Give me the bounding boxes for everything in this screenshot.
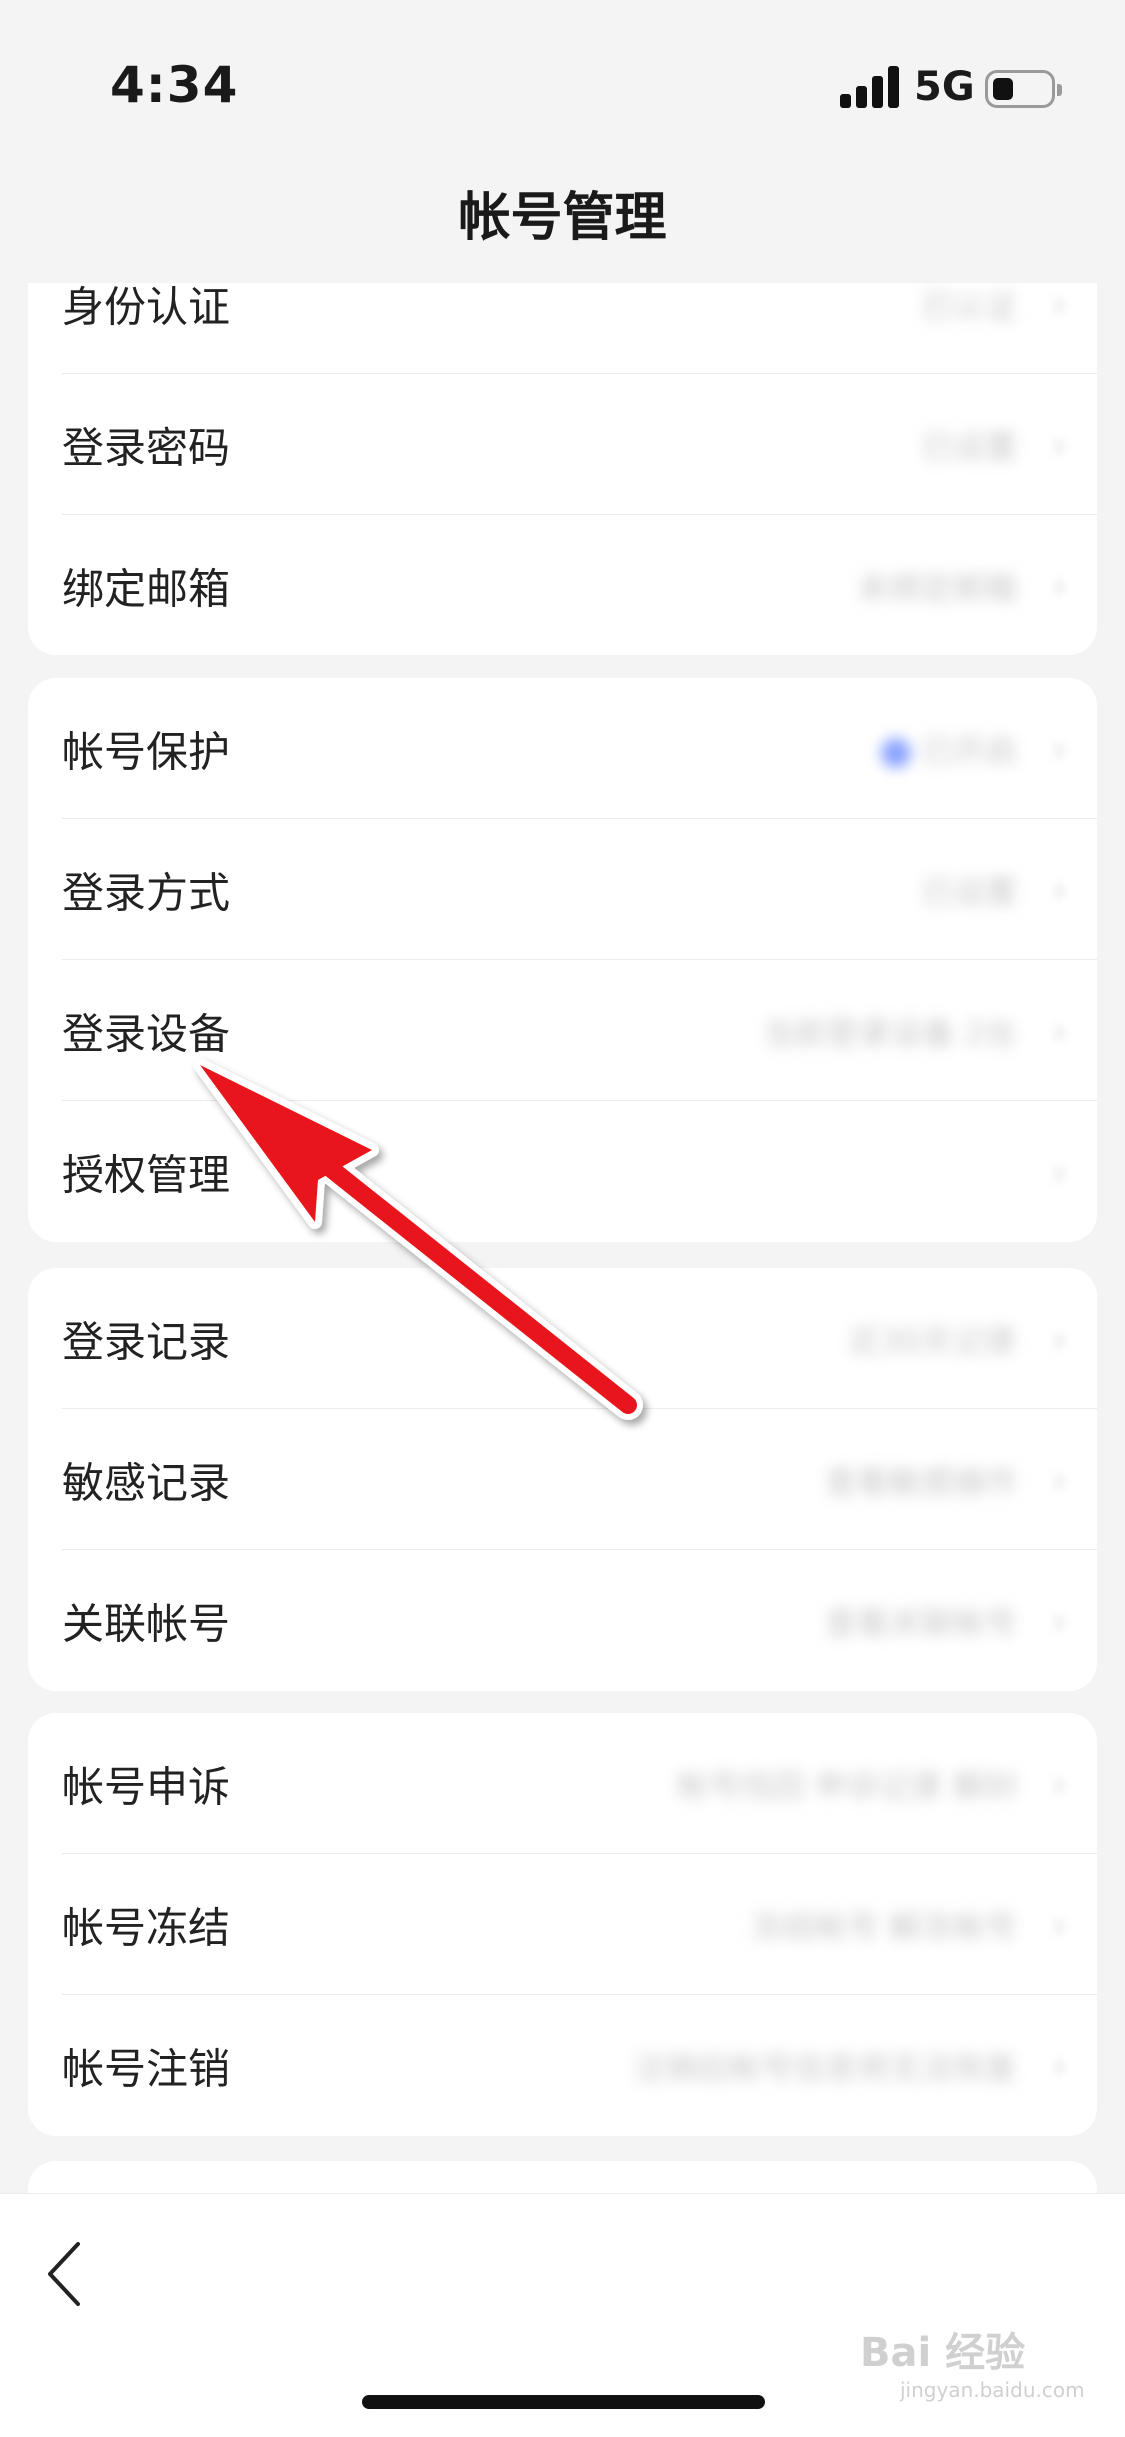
row-value: 未绑定邮箱 xyxy=(856,568,1017,607)
network-type: 5G xyxy=(914,64,975,110)
settings-group-records: 登录记录 近30天记录 › 敏感记录 查看敏感操作 › 关联帐号 查看关联帐号 … xyxy=(28,1268,1097,1691)
row-label: 帐号保护 xyxy=(62,727,231,776)
row-login-devices[interactable]: 登录设备 当前登录设备 2台 › xyxy=(28,960,1097,1101)
row-account-cancellation[interactable]: 帐号注销 注销后帐号信息将无法恢复 › xyxy=(28,1995,1097,2136)
status-bar: 4:34 5G xyxy=(0,0,1125,140)
row-sensitive-records[interactable]: 敏感记录 查看敏感操作 › xyxy=(28,1409,1097,1550)
baidu-jingyan-watermark: Bai 经验 jingyan.baidu.com xyxy=(860,2330,1085,2402)
row-value: 查看关联帐号 xyxy=(824,1603,1017,1642)
home-indicator[interactable] xyxy=(362,2395,765,2409)
row-label: 登录设备 xyxy=(62,1009,231,1058)
chevron-right-icon: › xyxy=(1051,422,1067,467)
chevron-right-icon: › xyxy=(1051,1457,1067,1502)
row-account-freeze[interactable]: 帐号冻结 冻结帐号 解冻帐号 › xyxy=(28,1854,1097,1995)
row-value: 近30天记录 xyxy=(848,1321,1017,1360)
chevron-right-icon: › xyxy=(1051,283,1067,326)
page-title: 帐号管理 xyxy=(458,188,667,248)
status-dot-icon xyxy=(880,737,911,768)
row-value: 查看敏感操作 xyxy=(824,1462,1017,1501)
row-value: 当前登录设备 2台 xyxy=(762,1013,1017,1052)
chevron-right-icon: › xyxy=(1051,1316,1067,1361)
row-value: 冻结帐号 解冻帐号 xyxy=(750,1907,1017,1946)
row-value: 已设置 xyxy=(920,427,1017,466)
row-label: 绑定邮箱 xyxy=(62,564,231,613)
chevron-right-icon: › xyxy=(1051,2043,1067,2088)
row-login-method[interactable]: 登录方式 已设置 › xyxy=(28,819,1097,960)
status-time: 4:34 xyxy=(110,56,239,114)
row-label: 关联帐号 xyxy=(62,1599,231,1648)
row-label: 登录密码 xyxy=(62,423,231,472)
chevron-right-icon: › xyxy=(1051,867,1067,912)
chevron-right-icon: › xyxy=(1051,1598,1067,1643)
row-linked-accounts[interactable]: 关联帐号 查看关联帐号 › xyxy=(28,1550,1097,1691)
row-value: 帐号找回 申诉记录 解封 xyxy=(676,1766,1017,1805)
settings-group-account-security: 身份认证 已认证 › 登录密码 已设置 › 绑定邮箱 未绑定邮箱 › xyxy=(28,283,1097,655)
row-account-appeal[interactable]: 帐号申诉 帐号找回 申诉记录 解封 › xyxy=(28,1713,1097,1854)
chevron-right-icon: › xyxy=(1051,563,1067,608)
row-value: 已设置 xyxy=(920,872,1017,911)
settings-group-more xyxy=(28,2161,1097,2193)
row-label: 帐号冻结 xyxy=(62,1903,231,1952)
row-label: 敏感记录 xyxy=(62,1458,231,1507)
chevron-right-icon: › xyxy=(1051,726,1067,771)
settings-group-protection: 帐号保护 已开启 › 登录方式 已设置 › 登录设备 当前登录设备 2台 › 授… xyxy=(28,678,1097,1242)
row-account-protection[interactable]: 帐号保护 已开启 › xyxy=(28,678,1097,819)
battery-icon xyxy=(985,70,1062,108)
row-label: 授权管理 xyxy=(62,1150,231,1199)
row-value: 已开启 xyxy=(880,726,1017,772)
row-login-records[interactable]: 登录记录 近30天记录 › xyxy=(28,1268,1097,1409)
row-authorization-management[interactable]: 授权管理 › xyxy=(28,1101,1097,1242)
chevron-left-icon[interactable] xyxy=(38,2234,98,2314)
row-login-password[interactable]: 登录密码 已设置 › xyxy=(28,374,1097,515)
row-identity-verification[interactable]: 身份认证 已认证 › xyxy=(28,283,1097,374)
row-label: 身份认证 xyxy=(62,283,231,331)
row-label: 帐号注销 xyxy=(62,2044,231,2093)
row-label: 登录方式 xyxy=(62,868,231,917)
chevron-right-icon: › xyxy=(1051,1008,1067,1053)
settings-list: 身份认证 已认证 › 登录密码 已设置 › 绑定邮箱 未绑定邮箱 › 帐号保护 … xyxy=(0,283,1125,2193)
row-value: 注销后帐号信息将无法恢复 xyxy=(632,2048,1017,2087)
row-bind-email[interactable]: 绑定邮箱 未绑定邮箱 › xyxy=(28,515,1097,655)
chevron-right-icon: › xyxy=(1051,1761,1067,1806)
row-label: 帐号申诉 xyxy=(62,1762,231,1811)
signal-icon xyxy=(840,66,900,108)
chevron-right-icon: › xyxy=(1051,1149,1067,1194)
chevron-right-icon: › xyxy=(1051,1902,1067,1947)
settings-group-account-status: 帐号申诉 帐号找回 申诉记录 解封 › 帐号冻结 冻结帐号 解冻帐号 › 帐号注… xyxy=(28,1713,1097,2136)
row-value: 已认证 xyxy=(920,286,1017,325)
row-label: 登录记录 xyxy=(62,1317,231,1366)
